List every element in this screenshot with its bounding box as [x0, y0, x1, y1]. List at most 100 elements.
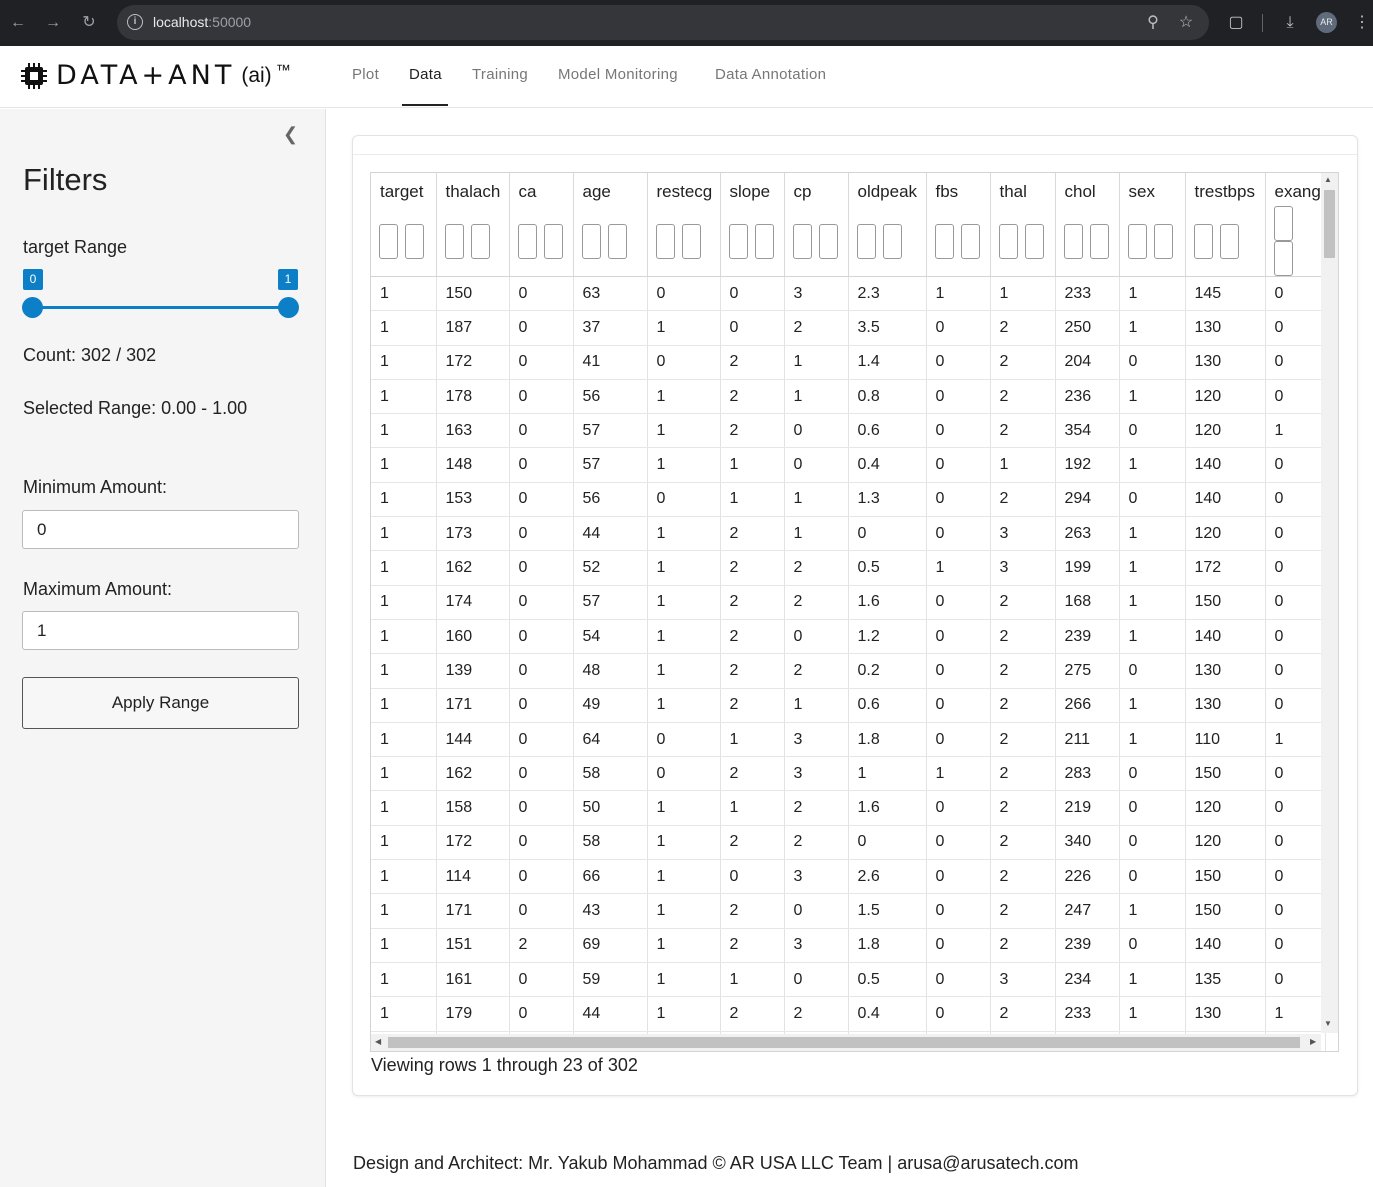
table-cell[interactable]: 1	[371, 756, 437, 792]
table-cell[interactable]: 0	[509, 688, 574, 723]
table-cell[interactable]: 2.6	[848, 859, 927, 895]
table-cell[interactable]: 0	[1119, 790, 1186, 826]
max-filter-input-age[interactable]	[607, 223, 627, 259]
table-row[interactable]: 1 158 0 50 1 1 2 1.6 0 2 219 0 120 0	[371, 790, 1326, 826]
table-cell[interactable]: 2	[720, 379, 785, 415]
table-cell[interactable]: 0	[1119, 345, 1186, 380]
min-filter-input-ca[interactable]	[517, 223, 537, 259]
table-cell[interactable]: 0	[509, 585, 574, 620]
table-cell[interactable]: 160	[436, 619, 510, 655]
table-cell[interactable]: 0	[1119, 928, 1186, 963]
table-cell[interactable]: 1	[1119, 516, 1186, 552]
table-cell[interactable]: 0	[926, 790, 991, 826]
table-cell[interactable]: 2	[990, 482, 1056, 518]
table-cell[interactable]: 3	[784, 756, 849, 792]
table-cell[interactable]: 1	[371, 585, 437, 620]
table-cell[interactable]: 1	[371, 447, 437, 483]
table-cell[interactable]: 3	[990, 962, 1056, 998]
reload-icon[interactable]: ↻	[78, 12, 100, 34]
range-slider-max-handle[interactable]	[278, 297, 299, 318]
table-row[interactable]: 1 171 0 43 1 2 0 1.5 0 2 247 1 150 0	[371, 893, 1326, 929]
table-cell[interactable]: 0	[509, 825, 574, 861]
table-cell[interactable]: 0	[1265, 928, 1326, 963]
table-cell[interactable]: 1	[371, 345, 437, 380]
table-cell[interactable]: 1	[647, 893, 721, 929]
table-cell[interactable]: 1	[371, 276, 437, 312]
table-cell[interactable]: 247	[1055, 893, 1120, 929]
table-cell[interactable]: 140	[1185, 928, 1266, 963]
table-cell[interactable]: 37	[573, 310, 648, 346]
table-cell[interactable]: 0	[1265, 756, 1326, 792]
table-row[interactable]: 1 163 0 57 1 2 0 0.6 0 2 354 0 120 1	[371, 413, 1326, 449]
max-amount-input[interactable]: 1	[22, 611, 299, 650]
table-cell[interactable]: 1	[1119, 996, 1186, 1032]
table-cell[interactable]: 2	[720, 550, 785, 586]
table-cell[interactable]: 0	[720, 310, 785, 346]
table-cell[interactable]: 0	[926, 653, 991, 689]
table-row[interactable]: 1 173 0 44 1 2 1 0 0 3 263 1 120 0	[371, 516, 1326, 552]
table-cell[interactable]: 1	[990, 276, 1056, 312]
table-cell[interactable]: 0	[509, 379, 574, 415]
column-header-fbs[interactable]: fbs	[926, 173, 991, 206]
table-cell[interactable]: 211	[1055, 722, 1120, 758]
table-cell[interactable]: 0	[647, 722, 721, 758]
table-cell[interactable]: 1	[371, 825, 437, 861]
table-cell[interactable]: 161	[436, 962, 510, 998]
table-cell[interactable]: 58	[573, 756, 648, 792]
table-cell[interactable]: 0	[926, 688, 991, 723]
apply-range-button[interactable]: Apply Range	[22, 677, 299, 729]
table-row[interactable]: 1 139 0 48 1 2 2 0.2 0 2 275 0 130 0	[371, 653, 1326, 689]
table-cell[interactable]: 0	[720, 276, 785, 312]
table-cell[interactable]: 163	[436, 413, 510, 449]
table-cell[interactable]: 144	[436, 722, 510, 758]
bookmark-star-icon[interactable]: ☆	[1175, 12, 1197, 34]
table-row[interactable]: 1 151 2 69 1 2 3 1.8 0 2 239 0 140 0	[371, 928, 1326, 963]
min-filter-input-slope[interactable]	[728, 223, 748, 259]
table-cell[interactable]: 1	[371, 962, 437, 998]
max-filter-input-oldpeak[interactable]	[882, 223, 902, 259]
table-cell[interactable]: 0	[926, 345, 991, 380]
table-cell[interactable]: 120	[1185, 379, 1266, 415]
table-cell[interactable]: 130	[1185, 310, 1266, 346]
table-cell[interactable]: 226	[1055, 859, 1120, 895]
column-header-target[interactable]: target	[371, 173, 437, 206]
table-row[interactable]: 1 172 0 41 0 2 1 1.4 0 2 204 0 130 0	[371, 345, 1326, 380]
table-cell[interactable]: 173	[436, 516, 510, 552]
table-cell[interactable]: 1	[720, 447, 785, 483]
table-cell[interactable]: 151	[436, 928, 510, 963]
tab-plot[interactable]: Plot	[352, 66, 379, 83]
table-cell[interactable]: 2	[720, 413, 785, 449]
table-row[interactable]: 1 162 0 52 1 2 2 0.5 1 3 199 1 172 0	[371, 550, 1326, 586]
table-cell[interactable]: 1	[647, 619, 721, 655]
table-cell[interactable]: 187	[436, 310, 510, 346]
table-cell[interactable]: 114	[436, 859, 510, 895]
max-filter-input-thal[interactable]	[1024, 223, 1044, 259]
table-cell[interactable]: 2	[784, 550, 849, 586]
table-cell[interactable]: 3	[990, 550, 1056, 586]
app-logo[interactable]: DATA+ANT (ai) ™	[20, 60, 291, 91]
table-cell[interactable]: 1	[784, 379, 849, 415]
scroll-down-icon[interactable]: ▼	[1324, 1019, 1332, 1028]
table-cell[interactable]: 283	[1055, 756, 1120, 792]
horizontal-scrollbar[interactable]: ◀ ▶	[371, 1034, 1321, 1051]
table-cell[interactable]: 120	[1185, 413, 1266, 449]
table-cell[interactable]: 140	[1185, 619, 1266, 655]
table-cell[interactable]: 204	[1055, 345, 1120, 380]
table-cell[interactable]: 0	[1265, 310, 1326, 346]
table-row[interactable]: 1 178 0 56 1 2 1 0.8 0 2 236 1 120 0	[371, 379, 1326, 415]
column-header-age[interactable]: age	[573, 173, 648, 206]
table-cell[interactable]: 1	[990, 447, 1056, 483]
max-filter-input-chol[interactable]	[1089, 223, 1109, 259]
table-cell[interactable]: 0	[784, 619, 849, 655]
table-cell[interactable]: 2	[784, 996, 849, 1032]
table-cell[interactable]: 0	[647, 756, 721, 792]
column-header-oldpeak[interactable]: oldpeak	[848, 173, 927, 206]
table-cell[interactable]: 3	[784, 276, 849, 312]
table-cell[interactable]: 1	[647, 413, 721, 449]
table-cell[interactable]: 0	[1265, 790, 1326, 826]
table-cell[interactable]: 150	[436, 276, 510, 312]
table-cell[interactable]: 192	[1055, 447, 1120, 483]
table-cell[interactable]: 1.5	[848, 893, 927, 929]
column-header-trestbps[interactable]: trestbps	[1185, 173, 1266, 206]
table-cell[interactable]: 0	[1265, 345, 1326, 380]
